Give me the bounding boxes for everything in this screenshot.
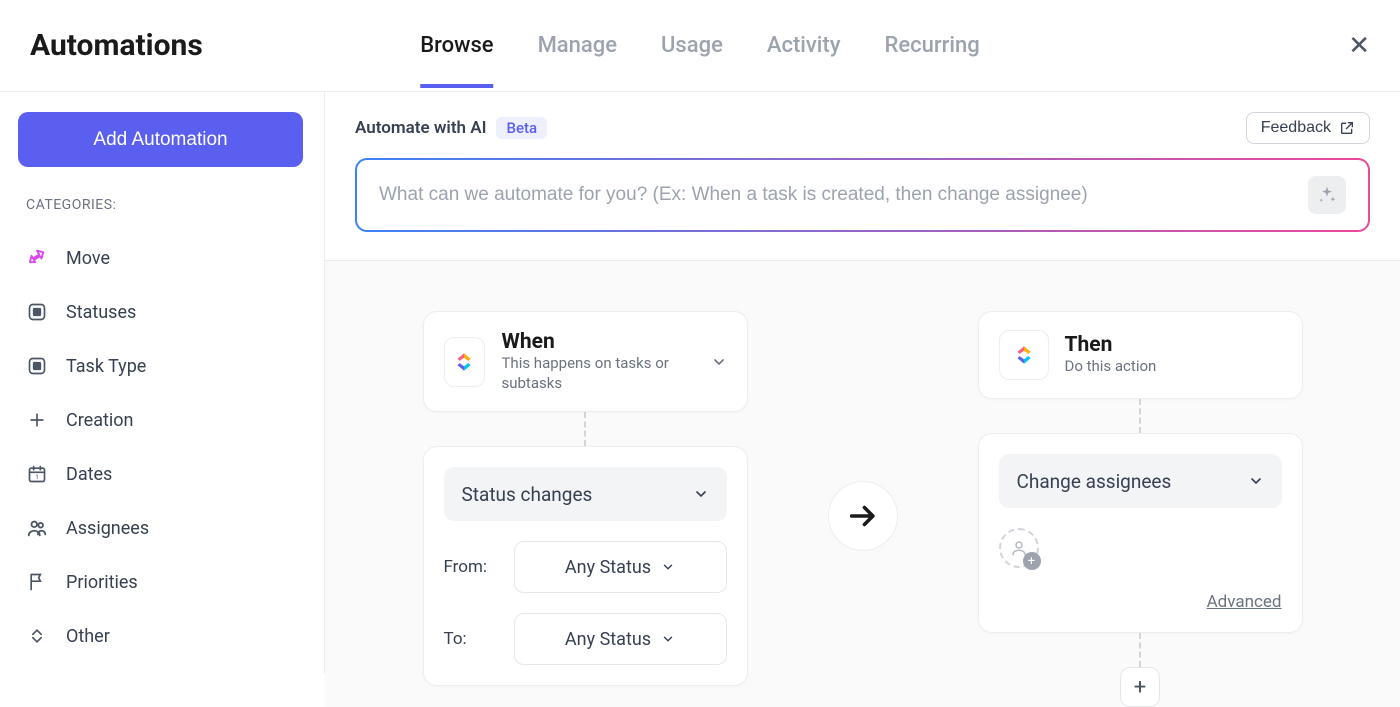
tab-activity[interactable]: Activity [767, 3, 841, 88]
automation-canvas: When This happens on tasks or subtasks S… [325, 261, 1400, 707]
chevron-down-icon [711, 354, 727, 370]
then-title: Then [1065, 333, 1157, 357]
close-icon[interactable]: ✕ [1348, 33, 1370, 59]
then-subtitle: Do this action [1065, 357, 1157, 377]
tab-manage[interactable]: Manage [538, 3, 617, 88]
categories-label: CATEGORIES: [18, 197, 306, 213]
sidebar-item-dates[interactable]: 1 Dates [18, 447, 306, 501]
action-value: Change assignees [1017, 470, 1172, 493]
sidebar-item-move[interactable]: Move [18, 231, 306, 285]
action-select[interactable]: Change assignees [999, 454, 1282, 508]
svg-text:1: 1 [35, 473, 39, 481]
sidebar-item-creation[interactable]: Creation [18, 393, 306, 447]
clickup-logo-icon [999, 330, 1049, 380]
sidebar-item-label: Creation [66, 410, 133, 431]
when-config-card: Status changes From: Any Status [423, 446, 748, 686]
to-status-value: Any Status [565, 629, 651, 650]
sidebar-item-label: Assignees [66, 518, 149, 539]
creation-icon [26, 409, 48, 431]
sidebar-item-label: Task Type [66, 356, 146, 377]
external-link-icon [1339, 120, 1355, 136]
assignees-icon [26, 517, 48, 539]
ai-prompt-input[interactable] [379, 184, 1308, 206]
then-column: Then Do this action Change assignees + [978, 311, 1303, 707]
trigger-select[interactable]: Status changes [444, 467, 727, 521]
chevron-down-icon [661, 632, 675, 646]
statuses-icon [26, 301, 48, 323]
when-title: When [501, 330, 694, 354]
sidebar: Add Automation CATEGORIES: Move Statuses… [0, 92, 325, 674]
chevron-down-icon [693, 486, 709, 502]
tab-browse[interactable]: Browse [420, 3, 493, 88]
to-label: To: [444, 629, 500, 649]
move-icon [26, 247, 48, 269]
when-column: When This happens on tasks or subtasks S… [423, 311, 748, 686]
sidebar-item-task-type[interactable]: Task Type [18, 339, 306, 393]
from-status-select[interactable]: Any Status [514, 541, 727, 593]
task-type-icon [26, 355, 48, 377]
ai-bar: Automate with AI Beta Feedback [325, 92, 1400, 261]
sidebar-item-label: Other [66, 626, 110, 647]
plus-icon: + [1023, 552, 1041, 570]
trigger-value: Status changes [462, 483, 593, 506]
tabs: Browse Manage Usage Activity Recurring [420, 3, 980, 88]
sidebar-item-other[interactable]: Other [18, 609, 306, 663]
chevron-down-icon [661, 560, 675, 574]
sidebar-item-label: Statuses [66, 302, 136, 323]
sidebar-item-statuses[interactable]: Statuses [18, 285, 306, 339]
feedback-button[interactable]: Feedback [1246, 112, 1370, 144]
flow-arrow-icon [828, 481, 898, 551]
main: Automate with AI Beta Feedback [325, 92, 1400, 674]
header: Automations Browse Manage Usage Activity… [0, 0, 1400, 92]
add-action-button[interactable]: + [1120, 667, 1160, 707]
from-label: From: [444, 557, 500, 577]
ai-label: Automate with AI [355, 118, 486, 138]
add-assignee-button[interactable]: + [999, 528, 1039, 568]
connector-line [584, 412, 586, 446]
to-status-select[interactable]: Any Status [514, 613, 727, 665]
dates-icon: 1 [26, 463, 48, 485]
ai-submit-button[interactable] [1308, 176, 1346, 214]
sidebar-item-priorities[interactable]: Priorities [18, 555, 306, 609]
ai-input-wrap [355, 158, 1370, 232]
other-icon [26, 625, 48, 647]
beta-badge: Beta [496, 117, 547, 139]
tab-usage[interactable]: Usage [661, 3, 723, 88]
then-header-card[interactable]: Then Do this action [978, 311, 1303, 399]
then-config-card: Change assignees + Advanced [978, 433, 1303, 633]
clickup-logo-icon [444, 337, 486, 387]
sidebar-item-label: Move [66, 248, 110, 269]
priorities-icon [26, 571, 48, 593]
connector-line [1139, 399, 1141, 433]
add-automation-button[interactable]: Add Automation [18, 112, 303, 167]
when-header-card[interactable]: When This happens on tasks or subtasks [423, 311, 748, 412]
advanced-link[interactable]: Advanced [999, 592, 1282, 612]
connector-line [1139, 633, 1141, 667]
when-subtitle: This happens on tasks or subtasks [501, 354, 694, 393]
sidebar-item-label: Dates [66, 464, 112, 485]
chevron-down-icon [1248, 473, 1264, 489]
sidebar-item-assignees[interactable]: Assignees [18, 501, 306, 555]
tab-recurring[interactable]: Recurring [885, 3, 980, 88]
feedback-label: Feedback [1261, 119, 1331, 137]
page-title: Automations [30, 28, 203, 63]
from-status-value: Any Status [565, 557, 651, 578]
sidebar-item-label: Priorities [66, 572, 138, 593]
